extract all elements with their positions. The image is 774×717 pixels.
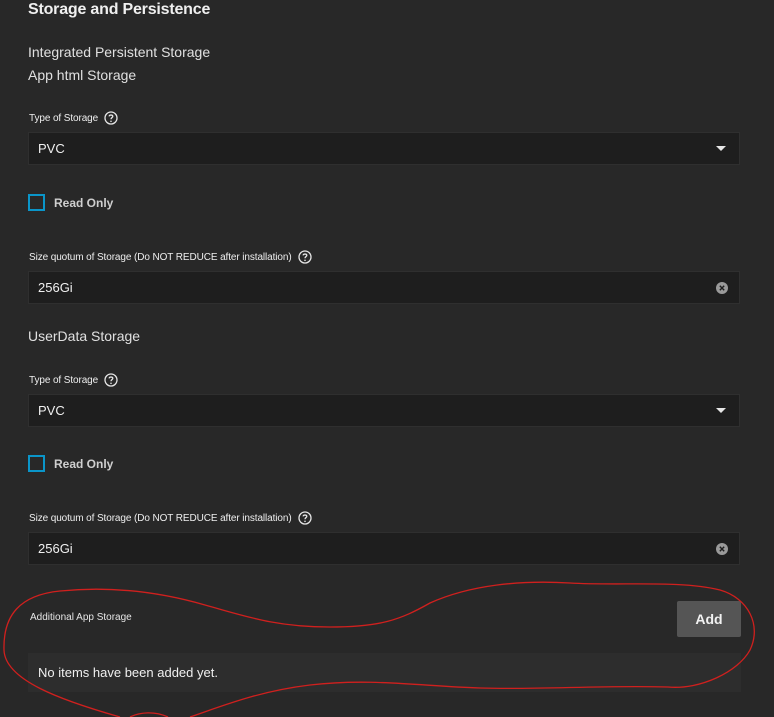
empty-list-placeholder: No items have been added yet. xyxy=(28,653,741,692)
help-icon[interactable] xyxy=(297,250,312,264)
clear-icon[interactable] xyxy=(716,542,728,555)
userdata-storage-title: UserData Storage xyxy=(28,328,141,344)
app-read-only-label: Read Only xyxy=(54,195,114,210)
integrated-storage-title: Integrated Persistent Storage xyxy=(28,44,211,60)
red-freehand-annotation xyxy=(3,581,755,717)
app-type-of-storage-select[interactable]: PVC xyxy=(28,132,740,165)
help-icon[interactable] xyxy=(104,111,118,125)
app-type-of-storage-text: Type of Storage xyxy=(29,112,99,124)
help-icon[interactable] xyxy=(104,373,118,387)
userdata-size-quotum-input[interactable]: 256Gi xyxy=(28,532,740,565)
app-size-quotum-label: Size quotum of Storage (Do NOT REDUCE af… xyxy=(29,250,312,264)
app-type-of-storage-value: PVC xyxy=(38,141,65,156)
app-size-quotum-input[interactable]: 256Gi xyxy=(28,271,740,304)
userdata-size-quotum-label: Size quotum of Storage (Do NOT REDUCE af… xyxy=(29,511,312,525)
userdata-read-only-checkbox[interactable] xyxy=(28,455,45,472)
userdata-type-of-storage-value: PVC xyxy=(38,403,65,418)
add-button[interactable]: Add xyxy=(677,601,741,637)
annotation-stroke-tail xyxy=(129,712,169,717)
chevron-down-icon[interactable] xyxy=(716,408,726,413)
userdata-read-only-label: Read Only xyxy=(54,456,114,471)
app-size-quotum-value: 256Gi xyxy=(38,280,73,295)
chevron-down-icon[interactable] xyxy=(716,146,726,151)
app-read-only-checkbox[interactable] xyxy=(28,194,45,211)
storage-persistence-page: Storage and Persistence Integrated Persi… xyxy=(0,0,774,717)
userdata-type-of-storage-text: Type of Storage xyxy=(29,374,99,386)
app-size-quotum-text: Size quotum of Storage (Do NOT REDUCE af… xyxy=(29,251,292,263)
app-type-of-storage-label: Type of Storage xyxy=(29,111,118,125)
userdata-read-only-row[interactable]: Read Only xyxy=(28,455,113,472)
help-icon[interactable] xyxy=(297,511,312,525)
userdata-size-quotum-value: 256Gi xyxy=(38,541,73,556)
app-read-only-row[interactable]: Read Only xyxy=(28,194,113,211)
annotation-stroke xyxy=(3,581,755,717)
userdata-size-quotum-text: Size quotum of Storage (Do NOT REDUCE af… xyxy=(29,512,292,524)
empty-list-text: No items have been added yet. xyxy=(38,665,218,680)
userdata-type-of-storage-label: Type of Storage xyxy=(29,373,118,387)
additional-app-storage-label: Additional App Storage xyxy=(30,612,132,623)
section-title: Storage and Persistence xyxy=(28,1,211,18)
clear-icon[interactable] xyxy=(716,281,728,294)
app-html-storage-title: App html Storage xyxy=(28,67,137,83)
userdata-type-of-storage-select[interactable]: PVC xyxy=(28,394,740,427)
